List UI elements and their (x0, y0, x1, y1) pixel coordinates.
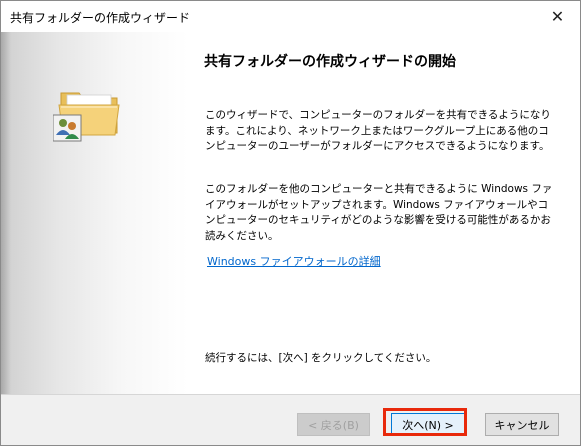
cancel-button[interactable]: キャンセル (485, 413, 559, 436)
window-title: 共有フォルダーの作成ウィザード (10, 11, 191, 25)
back-button[interactable]: < 戻る(B) (297, 413, 370, 436)
wizard-window: 共有フォルダーの作成ウィザード ✕ 共有フォルダーの作成ウィザードの開始 このウ… (0, 0, 581, 446)
side-panel-edge (1, 32, 11, 394)
wizard-heading: 共有フォルダーの作成ウィザードの開始 (204, 54, 456, 70)
firewall-paragraph: このフォルダーを他のコンピューターと共有できるように Windows ファイアウ… (205, 183, 553, 242)
firewall-details-link[interactable]: Windows ファイアウォールの詳細 (207, 253, 381, 269)
intro-paragraph: このウィザードで、コンピューターのフォルダーを共有できるようになります。これによ… (205, 109, 551, 152)
close-icon: ✕ (550, 7, 565, 26)
next-button[interactable]: 次へ(N) > (391, 413, 465, 436)
button-bar: < 戻る(B) 次へ(N) > キャンセル (1, 395, 580, 445)
shared-folder-icon (53, 92, 120, 142)
close-button[interactable]: ✕ (535, 1, 580, 32)
title-bar: 共有フォルダーの作成ウィザード ✕ (1, 1, 580, 32)
continue-hint: 続行するには、[次へ] をクリックしてください。 (205, 352, 437, 364)
